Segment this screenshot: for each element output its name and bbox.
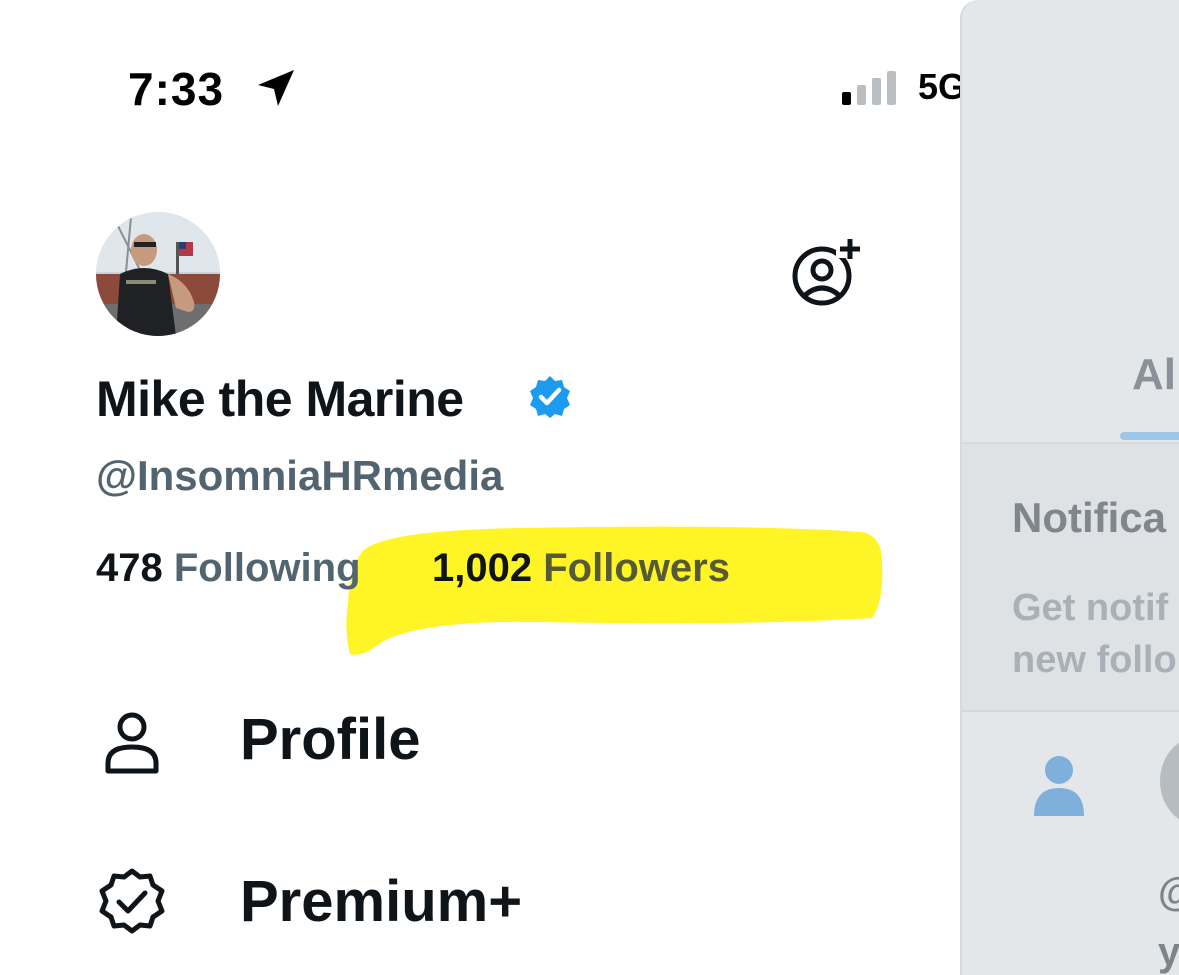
person-icon bbox=[1034, 756, 1084, 816]
text-fragment: y bbox=[1158, 930, 1179, 974]
handle-fragment: @ bbox=[1158, 870, 1179, 915]
following-label: Following bbox=[173, 546, 361, 590]
display-name: Mike the Marine bbox=[96, 371, 464, 427]
tab-all[interactable]: Al bbox=[1132, 350, 1176, 400]
user-handle: @InsomniaHRmedia bbox=[96, 452, 504, 499]
network-label: 5G bbox=[918, 66, 967, 107]
menu-item-premium[interactable]: Premium+ bbox=[96, 856, 696, 946]
followers-count: 1,002 bbox=[432, 546, 533, 590]
notification-prompt-title: Notifica bbox=[1012, 494, 1167, 541]
background-notifications-panel[interactable]: Al Notifica Get notif new follo @ y bbox=[960, 0, 1179, 975]
notification-prompt-text: Get notif new follo bbox=[1012, 582, 1177, 686]
menu-item-label: Premium+ bbox=[240, 868, 523, 934]
menu-item-label: Profile bbox=[240, 706, 421, 772]
signal-icon bbox=[842, 71, 896, 105]
followers-label: Followers bbox=[543, 546, 730, 590]
highlighter-mark bbox=[346, 526, 883, 655]
menu-item-profile[interactable]: Profile bbox=[96, 694, 696, 784]
divider bbox=[962, 710, 1179, 712]
following-count: 478 bbox=[96, 546, 163, 590]
avatar[interactable] bbox=[96, 212, 220, 336]
notification-prompt-line: Get notif bbox=[1012, 587, 1169, 629]
premium-badge-icon bbox=[99, 868, 165, 934]
avatar[interactable] bbox=[1160, 736, 1179, 826]
add-account-icon[interactable] bbox=[790, 236, 864, 306]
verified-badge-icon bbox=[530, 376, 570, 418]
notification-prompt-line: new follo bbox=[1012, 639, 1177, 681]
tab-underline bbox=[1120, 432, 1179, 440]
following-link[interactable]: 478 Following bbox=[96, 546, 361, 591]
avatar-photo bbox=[96, 212, 220, 336]
followers-link[interactable]: 1,002 Followers bbox=[432, 546, 730, 591]
status-time: 7:33 bbox=[128, 63, 225, 115]
location-arrow-icon bbox=[258, 70, 294, 106]
person-icon bbox=[105, 712, 159, 774]
